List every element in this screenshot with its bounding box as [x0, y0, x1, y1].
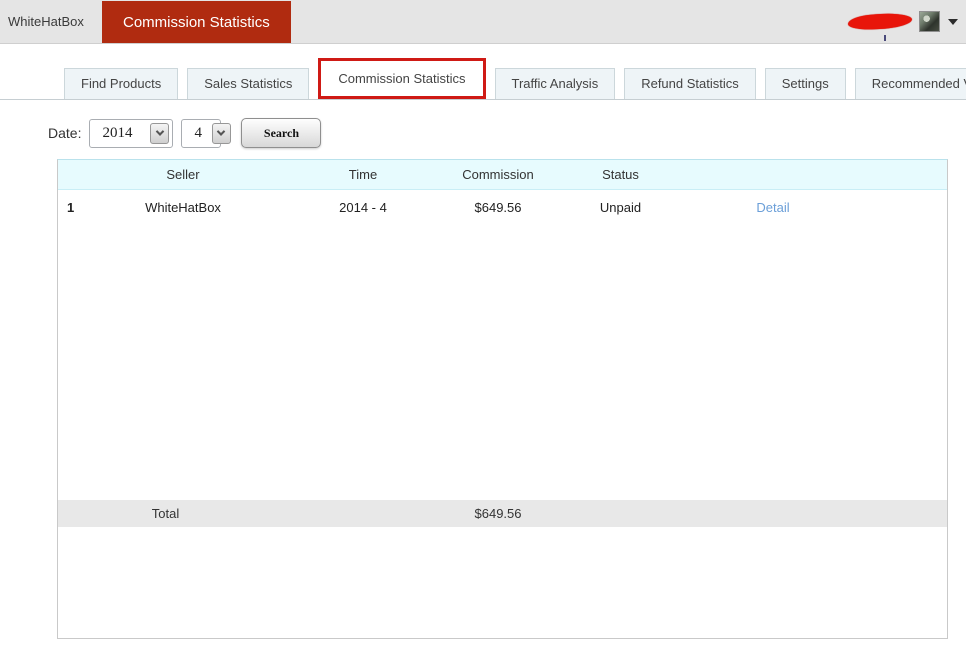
- month-select-dropdown-button[interactable]: [212, 123, 231, 144]
- row-seller: WhiteHatBox: [93, 200, 273, 215]
- row-commission: $649.56: [453, 200, 543, 215]
- chevron-down-icon: [217, 127, 225, 135]
- tab-bar: Find Products Sales Statistics Commissio…: [0, 58, 966, 100]
- total-label: Total: [58, 506, 273, 521]
- tab-find-products[interactable]: Find Products: [64, 68, 178, 99]
- chevron-down-icon: [156, 127, 164, 135]
- month-select[interactable]: 4: [181, 119, 221, 148]
- row-time: 2014 - 4: [273, 200, 453, 215]
- year-select-dropdown-button[interactable]: [150, 123, 169, 144]
- filter-row: Date: 2014 4 Search: [48, 118, 966, 148]
- brand-logo: WhiteHatBox: [0, 14, 102, 29]
- header-time: Time: [273, 167, 453, 182]
- page-title: Commission Statistics: [102, 1, 291, 43]
- chevron-down-icon[interactable]: [948, 19, 958, 25]
- tab-settings[interactable]: Settings: [765, 68, 846, 99]
- tab-commission-statistics[interactable]: Commission Statistics: [318, 58, 485, 99]
- header-seller: Seller: [93, 167, 273, 182]
- header-commission: Commission: [453, 167, 543, 182]
- table-row: 1 WhiteHatBox 2014 - 4 $649.56 Unpaid De…: [58, 190, 947, 225]
- redaction-artifact: [884, 35, 886, 41]
- total-commission: $649.56: [453, 506, 543, 521]
- tab-traffic-analysis[interactable]: Traffic Analysis: [495, 68, 616, 99]
- search-button[interactable]: Search: [241, 118, 321, 148]
- page: WhiteHatBox Commission Statistics Find P…: [0, 0, 966, 656]
- username-redacted: [848, 12, 913, 30]
- month-select-value: 4: [182, 125, 212, 142]
- user-menu: [848, 11, 966, 32]
- row-action: Detail: [698, 200, 848, 215]
- date-label: Date:: [48, 125, 81, 141]
- tab-sales-statistics[interactable]: Sales Statistics: [187, 68, 309, 99]
- row-status-badge: Unpaid: [543, 200, 698, 215]
- tab-recommended-view[interactable]: Recommended View: [855, 68, 966, 99]
- year-select-value: 2014: [90, 125, 150, 142]
- table-total-row: Total $649.56: [58, 500, 947, 527]
- table-header-row: Seller Time Commission Status: [58, 160, 947, 190]
- detail-link[interactable]: Detail: [756, 200, 789, 215]
- tab-refund-statistics[interactable]: Refund Statistics: [624, 68, 756, 99]
- user-avatar-icon[interactable]: [919, 11, 940, 32]
- table-empty-area: [58, 225, 947, 500]
- commission-table: Seller Time Commission Status 1 WhiteHat…: [57, 159, 948, 639]
- row-index: 1: [58, 200, 93, 215]
- year-select[interactable]: 2014: [89, 119, 173, 148]
- topbar: WhiteHatBox Commission Statistics: [0, 0, 966, 44]
- header-status: Status: [543, 167, 698, 182]
- table-footer-padding: [58, 527, 947, 638]
